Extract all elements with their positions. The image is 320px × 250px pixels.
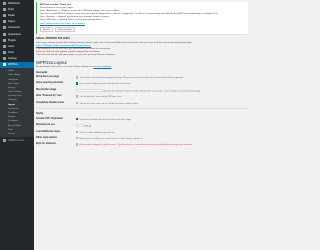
row-description: Tick to hide the "powered by WPPizza" li…	[79, 96, 122, 99]
style-settings-table: Include CSS / Stylesheet Include the def…	[36, 116, 248, 148]
general-section-title: General	[36, 69, 48, 74]
media-icon	[3, 13, 6, 17]
dismiss-button[interactable]: dismiss	[40, 27, 53, 33]
sidebar-item-label: Users	[8, 44, 15, 48]
sidebar-item-label: WPPizza	[8, 63, 18, 67]
section-divider	[36, 108, 248, 110]
row-description: If you wish to display prices with decim…	[79, 83, 132, 86]
page-subtitle: For information and how to use some of t…	[36, 66, 248, 68]
sidebar-item-label: Appearance	[8, 32, 21, 36]
info-footer: This notice will remain until some pages…	[36, 53, 115, 56]
install-notice: WPPizza installed. Thank you. Do not for…	[36, 2, 248, 35]
sidebar-item-label: Tools	[8, 51, 14, 55]
documentation-button[interactable]: documentation	[55, 27, 75, 33]
table-row: Style for elements Responsive settings f…	[36, 142, 248, 148]
row-description: Include the default stylesheet shipped w…	[79, 118, 132, 121]
row-description: Tick to hide a bit about per-category di…	[79, 76, 184, 79]
stylesheet-select[interactable]	[76, 123, 84, 128]
sidebar-item-label: Plugins	[8, 38, 16, 42]
style-section-title: Style	[36, 111, 44, 116]
collapse-label: Collapse menu	[8, 138, 24, 142]
documentation-link[interactable]: the documentation	[93, 66, 111, 68]
comment-icon	[3, 26, 6, 30]
pin-icon	[3, 7, 6, 11]
row-label: Stylesheet to use	[36, 123, 55, 126]
wrench-icon	[3, 51, 6, 55]
page-icon	[3, 20, 6, 24]
general-settings-table: Show items per page Tick to hide a bit a…	[36, 75, 248, 107]
table-row: Placeholder image Upload a placeholder i…	[36, 87, 248, 94]
wppizza-submenu: Orders Order History Categories Menu Ite…	[0, 68, 34, 138]
sidebar-item-label: Posts	[8, 7, 14, 11]
row-label: Completely disable prices	[36, 101, 65, 104]
collapse-menu-button[interactable]: Collapse menu	[0, 137, 34, 143]
subtitle-prefix: For information and how to use some of t…	[36, 65, 93, 68]
dashboard-icon	[3, 1, 6, 5]
main-content: WPPizza installed. Thank you. Do not for…	[36, 0, 248, 250]
placeholder-image-input[interactable]	[76, 88, 102, 93]
page-title: WPPizza Layout	[36, 59, 67, 65]
row-description: Tick to enable additional grid classes.	[79, 131, 116, 134]
table-row: Stylesheet to use default	[36, 123, 248, 130]
row-label: Placeholder image	[36, 88, 57, 91]
plugin-icon	[3, 38, 6, 42]
brush-icon	[3, 32, 6, 36]
row-description: Upload a placeholder image for items wit…	[102, 89, 201, 92]
sidebar-item-label: Pages	[8, 20, 15, 24]
row-description: Tick to not show prices at all. Useful f…	[79, 102, 140, 105]
settings-icon	[3, 57, 6, 61]
sidebar-item-label: Comments	[8, 26, 20, 30]
sidebar-item-label: Settings	[8, 57, 17, 61]
submenu-item-license[interactable]: License	[0, 132, 34, 136]
table-row: Completely disable prices Tick to not sh…	[36, 100, 248, 106]
sidebar-item-label: Media	[8, 13, 15, 17]
collapse-icon	[3, 138, 6, 142]
row-description: default	[84, 125, 92, 128]
sidebar-item-label: Dashboard	[8, 1, 20, 5]
row-label: Style for elements	[36, 143, 56, 146]
admin-sidebar: Dashboard Posts Media Pages Comments App…	[0, 0, 34, 250]
user-icon	[3, 44, 6, 48]
pizza-icon	[3, 63, 6, 67]
row-description: Hide prices or columns on small screens …	[79, 137, 143, 140]
policies-info: SMALL PRINTED POLICIES Since some settin…	[36, 37, 248, 57]
row-description: Responsive settings for small screens. I…	[79, 143, 193, 146]
policies-title: SMALL PRINTED POLICIES	[36, 37, 70, 41]
